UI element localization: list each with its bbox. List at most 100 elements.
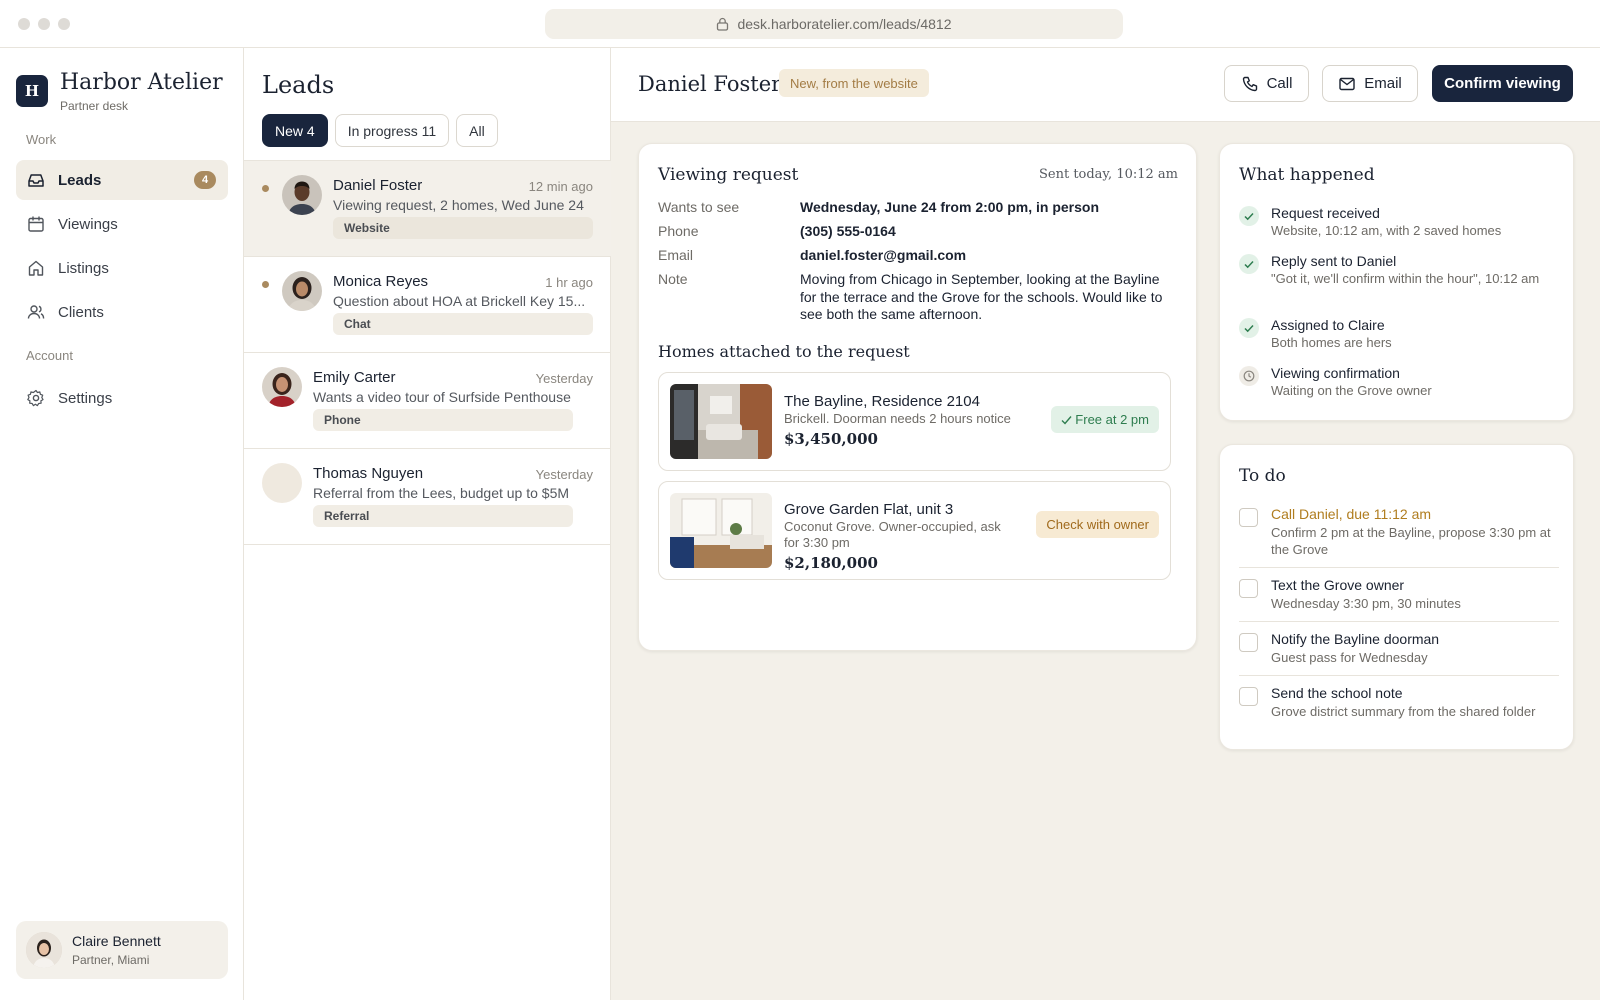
lead-source-tag: Website [333, 217, 593, 239]
todo-checkbox[interactable] [1239, 508, 1258, 527]
current-user-card[interactable]: Claire Bennett Partner, Miami [16, 921, 228, 979]
lead-preview: Viewing request, 2 homes, Wed June 24 [333, 197, 584, 213]
user-name: Claire Bennett [72, 933, 161, 949]
todo-title: To do [1239, 466, 1286, 486]
leads-filter-tabs: New 4 In progress 11 All [262, 114, 498, 147]
home-photo [670, 493, 772, 568]
note-value: Moving from Chicago in September, lookin… [800, 271, 1163, 322]
lead-item-daniel-foster[interactable]: Daniel Foster 12 min ago Viewing request… [244, 161, 611, 257]
call-button[interactable]: Call [1224, 65, 1309, 102]
homes-section-title: Homes attached to the request [658, 342, 910, 361]
lead-item-monica-reyes[interactable]: Monica Reyes 1 hr ago Question about HOA… [244, 257, 611, 353]
window-close-dot[interactable] [18, 18, 30, 30]
gear-icon [27, 389, 44, 407]
status-badge: New, from the website [779, 69, 929, 97]
avatar-placeholder [262, 463, 302, 503]
tab-all[interactable]: All [456, 114, 498, 147]
unread-dot [262, 281, 269, 288]
home-card-bayline[interactable]: The Bayline, Residence 2104 Brickell. Do… [658, 372, 1171, 471]
sidebar-item-clients[interactable]: Clients [16, 292, 228, 332]
leads-count-badge: 4 [194, 171, 216, 189]
brand-name: Harbor Atelier [60, 70, 223, 95]
home-description: Brickell. Doorman needs 2 hours notice [784, 411, 1011, 426]
lead-name: Thomas Nguyen [313, 465, 424, 482]
inbox-icon [28, 174, 44, 187]
todo-item-title: Notify the Bayline doorman [1271, 631, 1440, 647]
lead-source-tag: Phone [313, 409, 573, 431]
field-value: Wednesday, June 24 from 2:00 pm, in pers… [800, 199, 1100, 215]
timeline-item-detail: "Got it, we'll confirm within the hour",… [1271, 271, 1540, 286]
home-name: Grove Garden Flat, unit 3 [784, 501, 954, 518]
availability-badge: Check with owner [1036, 511, 1159, 538]
brand-subtitle: Partner desk [60, 99, 129, 113]
sidebar-item-listings[interactable]: Listings [16, 248, 228, 288]
section-label-work: Work [26, 132, 57, 147]
user-role: Partner, Miami [72, 953, 150, 967]
tab-in-progress[interactable]: In progress 11 [334, 114, 450, 147]
todo-item-title: Call Daniel, due 11:12 am [1271, 506, 1432, 522]
lead-source-tag: Referral [313, 505, 573, 527]
timeline-item-title: Assigned to Claire [1271, 317, 1385, 333]
home-icon [28, 260, 44, 276]
todo-item-title: Send the school note [1271, 685, 1403, 701]
home-price: $3,450,000 [784, 430, 878, 448]
lead-name: Monica Reyes [333, 273, 429, 290]
field-label: Note [658, 271, 688, 287]
timeline-item-detail: Website, 10:12 am, with 2 saved homes [1271, 223, 1502, 238]
field-label: Phone [658, 223, 699, 239]
timeline-card: What happened Request received Website, … [1219, 143, 1574, 421]
todo-item: Text the Grove owner Wednesday 3:30 pm, … [1239, 577, 1559, 622]
sidebar-item-label: Leads [58, 171, 102, 189]
detail-person-name: Daniel Foster [638, 72, 782, 96]
confirm-viewing-button[interactable]: Confirm viewing [1432, 65, 1573, 102]
todo-item-detail: Grove district summary from the shared f… [1271, 704, 1536, 719]
window-minimize-dot[interactable] [38, 18, 50, 30]
todo-item: Notify the Bayline doorman Guest pass fo… [1239, 631, 1559, 676]
lead-time: 12 min ago [528, 179, 593, 194]
call-label: Call [1266, 75, 1293, 92]
window-zoom-dot[interactable] [58, 18, 70, 30]
check-icon [1061, 415, 1072, 425]
lead-source-tag: Chat [333, 313, 593, 335]
lead-preview: Wants a video tour of Surfside Penthouse [313, 389, 571, 405]
timeline-item-detail: Waiting on the Grove owner [1271, 383, 1432, 398]
home-price: $2,180,000 [784, 554, 878, 572]
viewing-request-card: Viewing request Sent today, 10:12 am Wan… [638, 143, 1197, 651]
lead-time: 1 hr ago [545, 275, 593, 290]
todo-checkbox[interactable] [1239, 633, 1258, 652]
address-bar[interactable]: desk.harboratelier.com/leads/4812 [545, 9, 1123, 39]
todo-item-detail: Confirm 2 pm at the Bayline, propose 3:3… [1271, 525, 1551, 557]
unread-dot [262, 185, 269, 192]
lead-item-thomas-nguyen[interactable]: Thomas Nguyen Yesterday Referral from th… [244, 449, 611, 545]
sidebar-item-settings[interactable]: Settings [16, 378, 228, 418]
todo-checkbox[interactable] [1239, 579, 1258, 598]
brand-logo: H [16, 75, 48, 107]
calendar-icon [28, 216, 44, 232]
sidebar-item-label: Listings [58, 259, 109, 277]
leads-title: Leads [262, 71, 335, 99]
lead-name: Emily Carter [313, 369, 396, 386]
lead-item-emily-carter[interactable]: Emily Carter Yesterday Wants a video tou… [244, 353, 611, 449]
todo-card: To do Call Daniel, due 11:12 am Confirm … [1219, 444, 1574, 750]
avatar [26, 932, 62, 968]
email-button[interactable]: Email [1322, 65, 1418, 102]
email-value[interactable]: daniel.foster@gmail.com [800, 247, 1172, 265]
sidebar-item-viewings[interactable]: Viewings [16, 204, 228, 244]
home-description: Coconut Grove. Owner-occupied, ask for 3… [784, 519, 1001, 550]
timeline-item-title: Request received [1271, 205, 1380, 221]
todo-checkbox[interactable] [1239, 687, 1258, 706]
todo-item-detail: Guest pass for Wednesday [1271, 650, 1428, 665]
home-photo [670, 384, 772, 459]
viewing-request-title: Viewing request [658, 165, 799, 185]
sidebar-item-leads[interactable]: Leads 4 [16, 160, 228, 200]
timeline-item-title: Reply sent to Daniel [1271, 253, 1397, 269]
field-label: Wants to see [658, 199, 740, 215]
check-icon [1239, 206, 1259, 226]
availability-badge: Free at 2 pm [1051, 406, 1159, 433]
home-card-grove[interactable]: Grove Garden Flat, unit 3 Coconut Grove.… [658, 481, 1171, 580]
users-icon [27, 305, 45, 319]
mail-icon [1339, 77, 1355, 90]
check-icon [1239, 318, 1259, 338]
tab-new[interactable]: New 4 [262, 114, 328, 147]
phone-value[interactable]: (305) 555-0164 [800, 223, 1172, 241]
